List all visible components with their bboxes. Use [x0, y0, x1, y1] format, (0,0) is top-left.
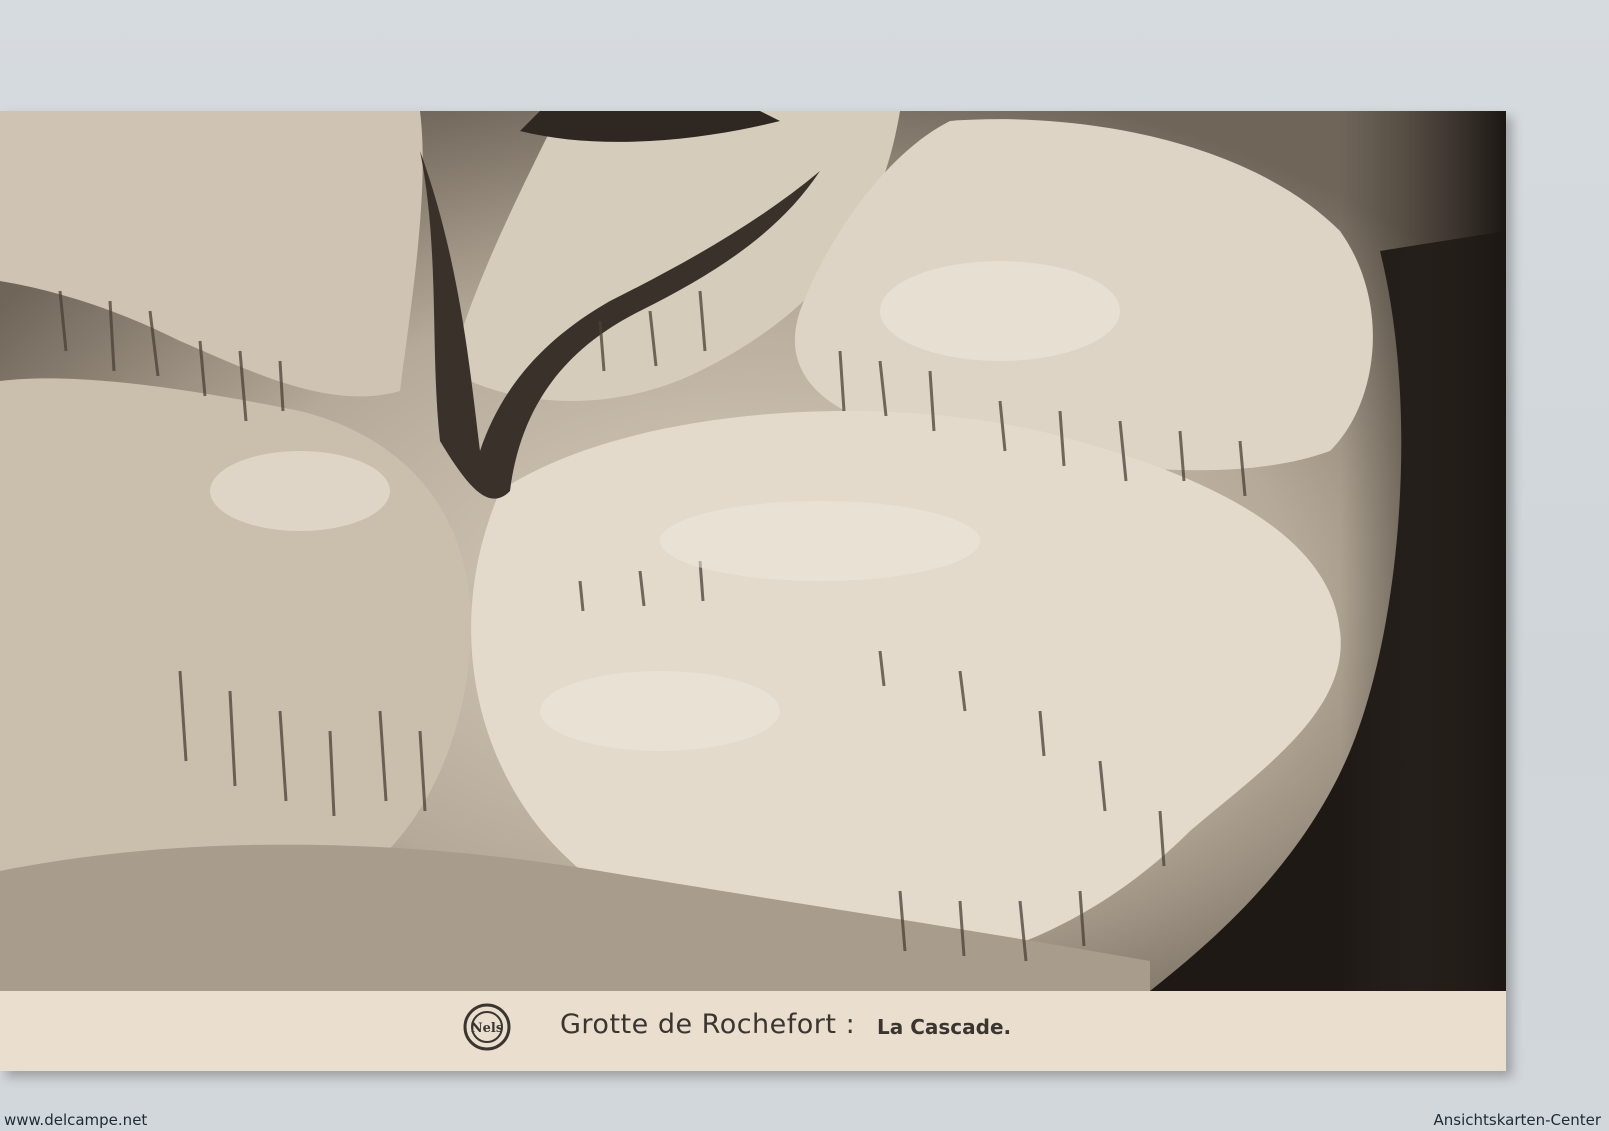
caption-strip: Nels Grotte de Rochefort : La Cascade.	[0, 991, 1506, 1071]
watermark-left: www.delcampe.net	[4, 1111, 148, 1129]
watermark-right: Ansichtskarten-Center	[1433, 1111, 1602, 1129]
postcard-title: Grotte de Rochefort :	[560, 1009, 856, 1040]
cave-photograph	[0, 111, 1506, 991]
postcard: Nels Grotte de Rochefort : La Cascade.	[0, 111, 1506, 1071]
publisher-logo: Nels	[463, 1003, 511, 1051]
postcard-subtitle: La Cascade.	[877, 1015, 1012, 1039]
publisher-logo-text: Nels	[471, 1021, 503, 1036]
